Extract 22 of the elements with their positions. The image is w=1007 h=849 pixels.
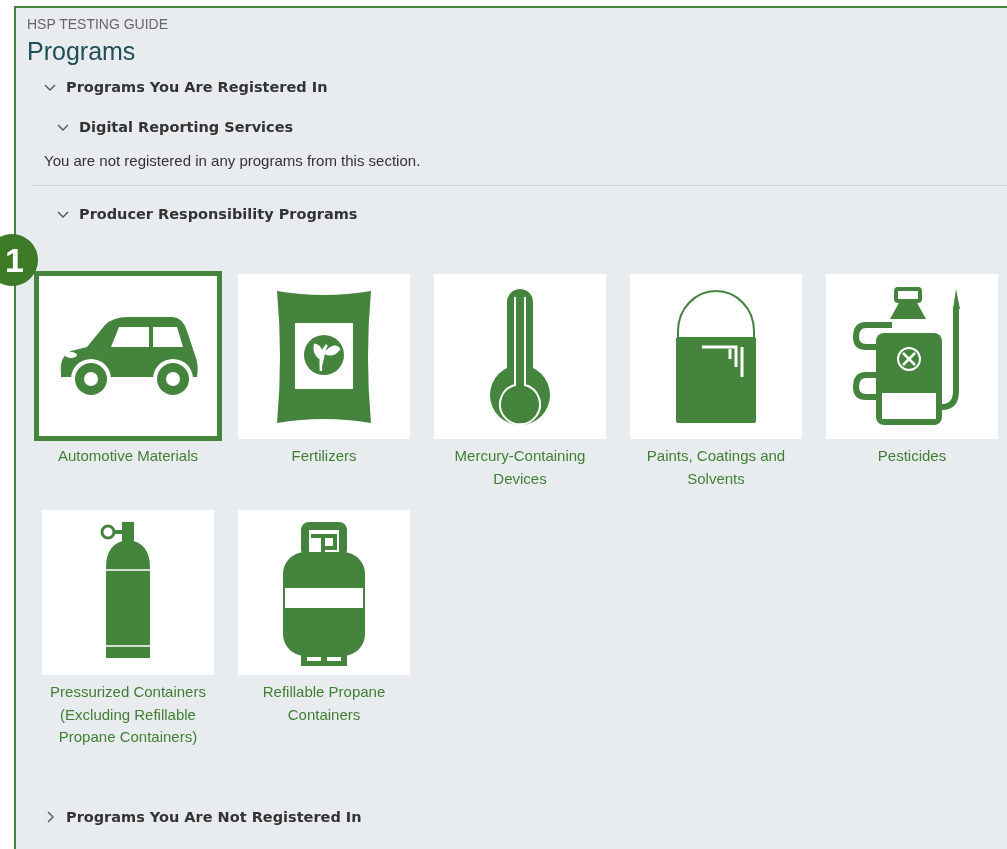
step-badge: 1 <box>0 234 38 286</box>
program-link[interactable]: Pressurized Containers (Excluding Refillable Propane Containers) <box>42 681 214 749</box>
program-tile[interactable] <box>238 510 410 675</box>
program-link[interactable]: Fertilizers <box>238 445 410 468</box>
program-link[interactable]: Refillable Propane Containers <box>238 681 410 726</box>
program-link[interactable]: Pesticides <box>826 445 998 468</box>
section-toggle[interactable]: Programs You Are Not Registered In <box>44 804 362 829</box>
program-tile[interactable] <box>238 274 410 439</box>
program-tile[interactable] <box>434 274 606 439</box>
section-toggle[interactable]: Programs You Are Registered In <box>44 75 328 99</box>
program-link[interactable]: Mercury-Containing Devices <box>434 445 606 490</box>
page-title: Programs <box>27 36 137 67</box>
section-toggle[interactable]: Digital Reporting Services <box>57 115 294 139</box>
program-tile[interactable] <box>42 510 214 675</box>
program-tile[interactable] <box>630 274 802 439</box>
program-tile[interactable] <box>826 274 998 439</box>
section-toggle[interactable]: Producer Responsibility Programs <box>57 202 358 226</box>
program-link[interactable]: Automotive Materials <box>42 445 214 468</box>
breadcrumb: HSP TESTING GUIDE <box>27 15 170 33</box>
program-link[interactable]: Paints, Coatings and Solvents <box>630 445 802 490</box>
empty-message: You are not registered in any programs from this section. <box>44 151 422 171</box>
program-tile[interactable] <box>34 271 222 441</box>
